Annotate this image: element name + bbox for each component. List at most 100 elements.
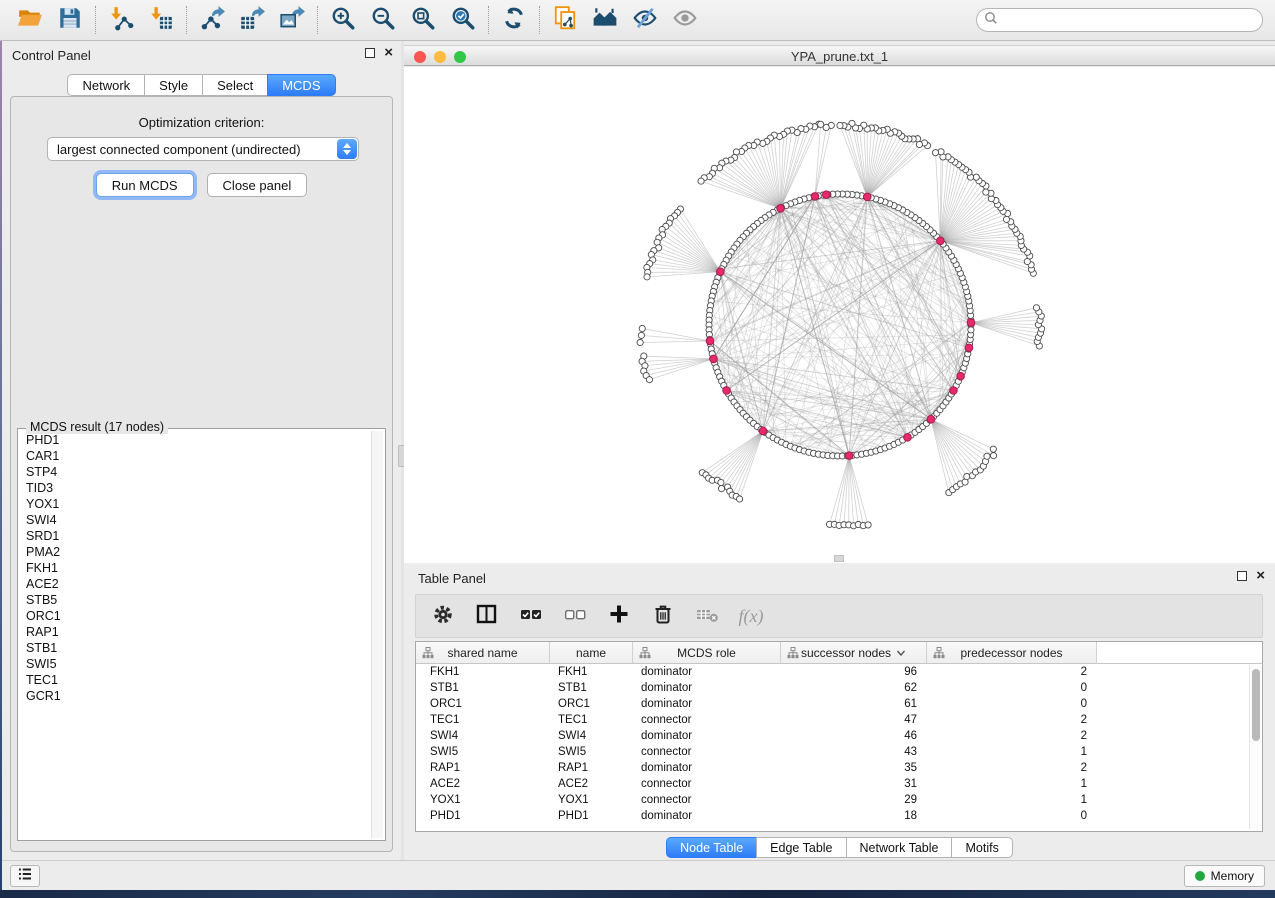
table-row[interactable]: ACE2ACE2connector311 [416, 776, 1262, 792]
export-table-button[interactable] [232, 3, 272, 37]
mcds-result-item[interactable]: YOX1 [21, 496, 369, 512]
mcds-result-item[interactable]: SWI5 [21, 656, 369, 672]
task-history-button[interactable] [10, 865, 40, 887]
table-row[interactable]: RAP1RAP1dominator352 [416, 760, 1262, 776]
float-panel-icon[interactable] [365, 48, 375, 58]
zoom-in-button[interactable] [323, 3, 363, 37]
zoom-out-button[interactable] [363, 3, 403, 37]
table-row[interactable]: STB1STB1dominator620 [416, 680, 1262, 696]
table-header-row: shared namename MCDS role successor nodesp… [416, 642, 1262, 664]
mcds-result-item[interactable]: STP4 [21, 464, 369, 480]
cell: 62 [781, 680, 927, 696]
run-mcds-button[interactable]: Run MCDS [96, 173, 194, 197]
mcds-result-item[interactable]: STB1 [21, 640, 369, 656]
cell: connector [633, 792, 781, 808]
tab-network-table[interactable]: Network Table [846, 837, 953, 858]
mcds-result-group: MCDS result (17 nodes) PHD1CAR1STP4TID3Y… [17, 428, 386, 841]
memory-button[interactable]: Memory [1184, 865, 1265, 887]
function-builder-icon: f(x) [739, 606, 764, 627]
zoom-fit-button[interactable] [403, 3, 443, 37]
delete-table-icon [695, 602, 719, 631]
cell: dominator [633, 664, 781, 680]
mcds-result-item[interactable]: TID3 [21, 480, 369, 496]
cell: 1 [927, 744, 1097, 760]
cell: 0 [927, 808, 1097, 824]
tab-node-table[interactable]: Node Table [666, 837, 757, 858]
show-preview-button[interactable] [665, 3, 705, 37]
table-row[interactable]: TEC1TEC1connector472 [416, 712, 1262, 728]
column-header-name[interactable]: name [550, 642, 633, 664]
cell: 1 [927, 776, 1097, 792]
cell: PHD1 [416, 808, 550, 824]
tab-edge-table[interactable]: Edge Table [756, 837, 846, 858]
column-header-successor-nodes[interactable]: successor nodes [781, 642, 927, 664]
tab-mcds[interactable]: MCDS [267, 74, 335, 96]
column-header-shared-name[interactable]: shared name [416, 642, 550, 664]
mcds-result-item[interactable]: PHD1 [21, 432, 369, 448]
tab-select[interactable]: Select [202, 74, 268, 96]
settings-gear-button[interactable] [424, 598, 462, 634]
mcds-result-item[interactable]: SRD1 [21, 528, 369, 544]
optimization-dropdown[interactable]: largest connected component (undirected) [47, 137, 359, 161]
table-scrollbar[interactable] [1249, 665, 1261, 829]
export-table-icon [239, 5, 265, 36]
import-table-button[interactable] [141, 3, 181, 37]
table-row[interactable]: FKH1FKH1dominator962 [416, 664, 1262, 680]
tab-style[interactable]: Style [144, 74, 203, 96]
table-row[interactable]: ORC1ORC1dominator610 [416, 696, 1262, 712]
mcds-result-item[interactable]: FKH1 [21, 560, 369, 576]
mcds-result-item[interactable]: ORC1 [21, 608, 369, 624]
open-session-button[interactable] [10, 3, 50, 37]
export-image-button[interactable] [272, 3, 312, 37]
hide-preview-button[interactable] [625, 3, 665, 37]
mcds-result-item[interactable]: RAP1 [21, 624, 369, 640]
cell: TEC1 [416, 712, 550, 728]
table-row[interactable]: SWI4SWI4dominator462 [416, 728, 1262, 744]
search-box [976, 8, 1263, 32]
save-session-button[interactable] [50, 3, 90, 37]
table-row[interactable]: PHD1PHD1dominator180 [416, 808, 1262, 824]
select-all-button[interactable] [512, 598, 550, 634]
tab-motifs[interactable]: Motifs [951, 837, 1012, 858]
column-layout-button[interactable] [468, 598, 506, 634]
mcds-result-item[interactable]: ACE2 [21, 576, 369, 592]
search-input[interactable] [998, 10, 1262, 30]
toolbar-separator [186, 6, 187, 34]
mcds-result-list[interactable]: PHD1CAR1STP4TID3YOX1SWI4SRD1PMA2FKH1ACE2… [21, 432, 369, 837]
cell: RAP1 [416, 760, 550, 776]
close-panel-button[interactable]: Close panel [207, 173, 308, 197]
mcds-result-item[interactable]: STB5 [21, 592, 369, 608]
network-canvas[interactable] [404, 67, 1275, 563]
cell: STB1 [550, 680, 633, 696]
table-scrollbar-thumb[interactable] [1252, 669, 1260, 741]
control-panel-tabs: NetworkStyleSelectMCDS [2, 74, 401, 96]
import-network-button[interactable] [101, 3, 141, 37]
mcds-result-item[interactable]: SWI4 [21, 512, 369, 528]
mcds-result-item[interactable]: GCR1 [21, 688, 369, 704]
add-column-button[interactable] [600, 598, 638, 634]
tab-network[interactable]: Network [67, 74, 145, 96]
refresh-button[interactable] [494, 3, 534, 37]
column-header-label: MCDS role [677, 646, 736, 660]
delete-column-button[interactable] [644, 598, 682, 634]
mcds-result-scrollbar[interactable] [371, 431, 383, 838]
deselect-all-button[interactable] [556, 598, 594, 634]
mcds-result-item[interactable]: PMA2 [21, 544, 369, 560]
column-header-predecessor-nodes[interactable]: predecessor nodes [927, 642, 1097, 664]
zoom-selected-button[interactable] [443, 3, 483, 37]
network-view-title: YPA_prune.txt_1 [404, 49, 1275, 64]
table-row[interactable]: YOX1YOX1connector291 [416, 792, 1262, 808]
desktop-wallpaper-bottom [0, 890, 1275, 898]
close-table-panel-icon[interactable]: × [1256, 571, 1265, 581]
column-header-MCDS-role[interactable]: MCDS role [633, 642, 781, 664]
mcds-result-item[interactable]: TEC1 [21, 672, 369, 688]
table-row[interactable]: SWI5SWI5connector431 [416, 744, 1262, 760]
horizontal-splitter-handle[interactable] [834, 555, 844, 562]
cell: STB1 [416, 680, 550, 696]
close-panel-icon[interactable]: × [384, 48, 393, 58]
mcds-result-item[interactable]: CAR1 [21, 448, 369, 464]
home-button[interactable] [585, 3, 625, 37]
share-session-button[interactable] [545, 3, 585, 37]
float-table-panel-icon[interactable] [1237, 571, 1247, 581]
export-network-button[interactable] [192, 3, 232, 37]
